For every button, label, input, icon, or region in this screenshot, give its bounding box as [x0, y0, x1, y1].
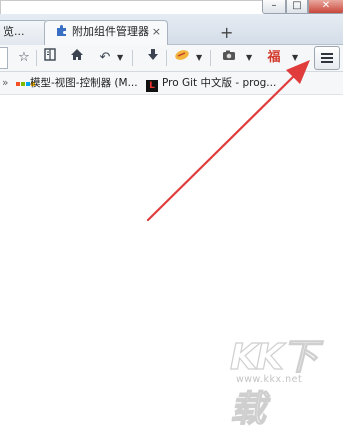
watermark: KK下载 www.kkx.net — [229, 328, 343, 432]
watermark-url: www.kkx.net — [236, 374, 303, 385]
